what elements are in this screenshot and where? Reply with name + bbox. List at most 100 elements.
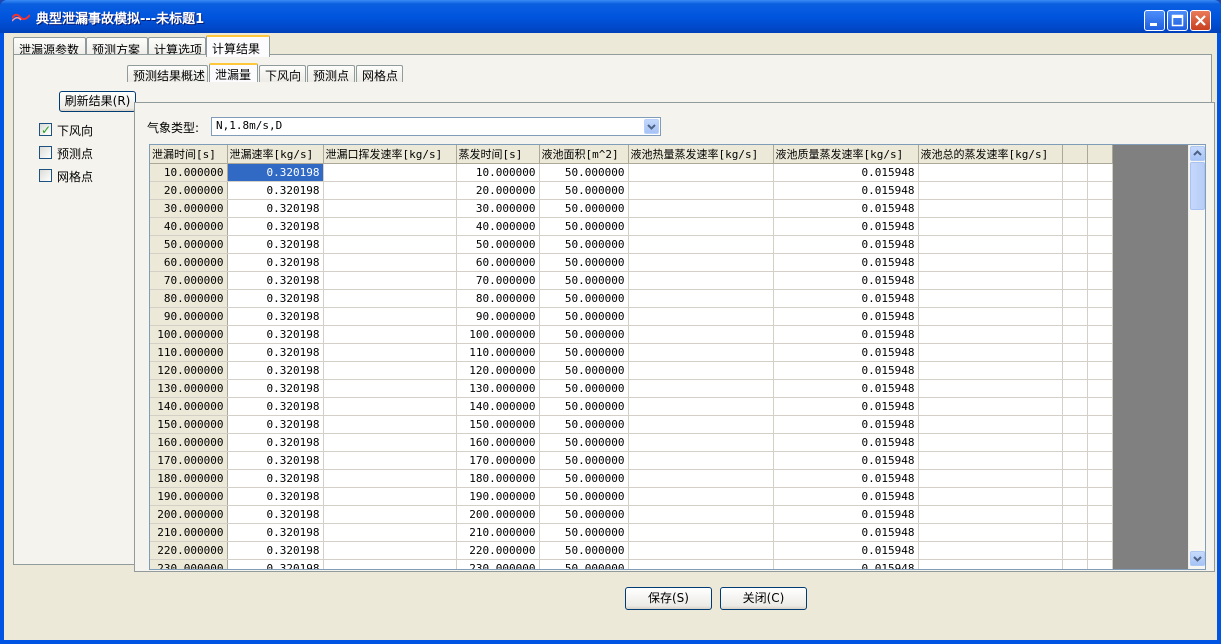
table-cell[interactable]: 0.015948 bbox=[773, 325, 919, 344]
table-cell[interactable]: 200.000000 bbox=[456, 505, 540, 524]
table-row[interactable]: 80.000000 0.320198 80.000000 50.000000 0.015… bbox=[150, 289, 1113, 308]
table-cell[interactable] bbox=[323, 199, 457, 218]
table-cell[interactable]: 20.000000 bbox=[150, 181, 228, 200]
table-cell[interactable] bbox=[323, 433, 457, 452]
table-cell[interactable]: 0.015948 bbox=[773, 217, 919, 236]
table-cell[interactable]: 0.320198 bbox=[227, 433, 324, 452]
column-header[interactable]: 液池质量蒸发速率[kg/s] bbox=[773, 145, 919, 164]
table-cell[interactable]: 50.000000 bbox=[539, 505, 629, 524]
table-cell[interactable] bbox=[323, 289, 457, 308]
table-cell[interactable]: 0.320198 bbox=[227, 217, 324, 236]
table-cell[interactable]: 200.000000 bbox=[150, 505, 228, 524]
table-cell[interactable]: 0.015948 bbox=[773, 397, 919, 416]
table-cell[interactable] bbox=[323, 379, 457, 398]
table-row[interactable]: 120.000000 0.320198 120.000000 50.000000 0.0… bbox=[150, 361, 1113, 380]
column-header[interactable]: 泄漏时间[s] bbox=[150, 145, 228, 164]
table-cell[interactable]: 0.015948 bbox=[773, 541, 919, 560]
table-cell[interactable]: 50.000000 bbox=[539, 235, 629, 254]
table-cell[interactable] bbox=[1062, 307, 1088, 326]
table-cell[interactable]: 230.000000 bbox=[150, 559, 228, 569]
table-row[interactable]: 10.000000 0.320198 10.000000 50.000000 0.015… bbox=[150, 163, 1113, 182]
table-cell[interactable]: 60.000000 bbox=[150, 253, 228, 272]
table-cell[interactable] bbox=[628, 451, 774, 470]
table-cell[interactable]: 0.320198 bbox=[227, 289, 324, 308]
table-cell[interactable] bbox=[628, 397, 774, 416]
table-cell[interactable] bbox=[323, 541, 457, 560]
table-cell[interactable] bbox=[1062, 541, 1088, 560]
vertical-scrollbar[interactable] bbox=[1188, 145, 1205, 569]
table-cell[interactable] bbox=[1062, 289, 1088, 308]
table-cell[interactable] bbox=[323, 163, 457, 182]
table-cell[interactable] bbox=[1087, 253, 1113, 272]
table-cell[interactable] bbox=[628, 361, 774, 380]
table-cell[interactable]: 0.015948 bbox=[773, 289, 919, 308]
table-cell[interactable] bbox=[918, 379, 1063, 398]
table-cell[interactable] bbox=[323, 415, 457, 434]
dropdown-arrow-button[interactable] bbox=[644, 119, 659, 134]
table-cell[interactable]: 140.000000 bbox=[456, 397, 540, 416]
table-cell[interactable]: 0.320198 bbox=[227, 487, 324, 506]
table-cell[interactable] bbox=[918, 541, 1063, 560]
table-cell[interactable]: 0.015948 bbox=[773, 487, 919, 506]
table-cell[interactable] bbox=[1062, 379, 1088, 398]
table-cell[interactable] bbox=[628, 235, 774, 254]
table-cell[interactable]: 50.000000 bbox=[539, 415, 629, 434]
table-cell[interactable] bbox=[1087, 181, 1113, 200]
table-cell[interactable]: 0.015948 bbox=[773, 235, 919, 254]
table-cell[interactable] bbox=[628, 271, 774, 290]
table-cell[interactable] bbox=[628, 181, 774, 200]
table-cell[interactable] bbox=[1062, 523, 1088, 542]
table-cell[interactable]: 30.000000 bbox=[150, 199, 228, 218]
table-cell[interactable]: 100.000000 bbox=[150, 325, 228, 344]
table-cell[interactable]: 50.000000 bbox=[539, 271, 629, 290]
table-row[interactable]: 100.000000 0.320198 100.000000 50.000000 0.0… bbox=[150, 325, 1113, 344]
table-cell[interactable]: 0.015948 bbox=[773, 469, 919, 488]
table-cell[interactable] bbox=[918, 505, 1063, 524]
table-cell[interactable]: 110.000000 bbox=[150, 343, 228, 362]
results-grid[interactable]: 泄漏时间[s] 泄漏速率[kg/s] 泄漏口挥发速率[kg/s] 蒸发时间[s] 液池面… bbox=[149, 144, 1206, 570]
table-cell[interactable]: 0.320198 bbox=[227, 523, 324, 542]
table-cell[interactable]: 0.320198 bbox=[227, 379, 324, 398]
table-cell[interactable]: 80.000000 bbox=[456, 289, 540, 308]
table-cell[interactable]: 160.000000 bbox=[456, 433, 540, 452]
table-cell[interactable]: 10.000000 bbox=[150, 163, 228, 182]
table-cell[interactable] bbox=[1087, 325, 1113, 344]
table-cell[interactable]: 50.000000 bbox=[539, 433, 629, 452]
table-cell[interactable] bbox=[323, 253, 457, 272]
table-cell[interactable]: 0.320198 bbox=[227, 199, 324, 218]
table-cell[interactable]: 0.320198 bbox=[227, 253, 324, 272]
table-cell[interactable] bbox=[1087, 379, 1113, 398]
table-cell[interactable] bbox=[323, 271, 457, 290]
table-cell[interactable]: 190.000000 bbox=[150, 487, 228, 506]
table-cell[interactable] bbox=[1062, 217, 1088, 236]
table-cell[interactable]: 0.015948 bbox=[773, 163, 919, 182]
table-cell[interactable] bbox=[628, 415, 774, 434]
table-cell[interactable] bbox=[628, 325, 774, 344]
save-button[interactable]: 保存(S) bbox=[625, 587, 712, 610]
table-cell[interactable]: 50.000000 bbox=[539, 379, 629, 398]
table-cell[interactable] bbox=[628, 469, 774, 488]
table-cell[interactable]: 50.000000 bbox=[539, 163, 629, 182]
table-cell[interactable] bbox=[1062, 343, 1088, 362]
title-bar[interactable]: 典型泄漏事故模拟---未标题1 bbox=[0, 0, 1221, 33]
table-cell[interactable] bbox=[918, 199, 1063, 218]
table-cell[interactable] bbox=[1062, 505, 1088, 524]
table-row[interactable]: 60.000000 0.320198 60.000000 50.000000 0.015… bbox=[150, 253, 1113, 272]
table-cell[interactable] bbox=[1087, 361, 1113, 380]
table-cell[interactable]: 50.000000 bbox=[539, 361, 629, 380]
table-cell[interactable] bbox=[323, 451, 457, 470]
table-cell[interactable] bbox=[1062, 487, 1088, 506]
table-cell[interactable]: 0.015948 bbox=[773, 343, 919, 362]
table-cell[interactable] bbox=[918, 181, 1063, 200]
table-cell[interactable]: 30.000000 bbox=[456, 199, 540, 218]
table-cell[interactable] bbox=[918, 343, 1063, 362]
minimize-button[interactable] bbox=[1144, 10, 1165, 31]
table-cell[interactable]: 0.320198 bbox=[227, 325, 324, 344]
table-cell[interactable]: 0.015948 bbox=[773, 451, 919, 470]
table-cell[interactable]: 230.000000 bbox=[456, 559, 540, 569]
table-cell[interactable] bbox=[1087, 433, 1113, 452]
table-cell[interactable] bbox=[1087, 523, 1113, 542]
table-cell[interactable]: 0.320198 bbox=[227, 505, 324, 524]
table-cell[interactable] bbox=[918, 397, 1063, 416]
table-cell[interactable] bbox=[1087, 235, 1113, 254]
